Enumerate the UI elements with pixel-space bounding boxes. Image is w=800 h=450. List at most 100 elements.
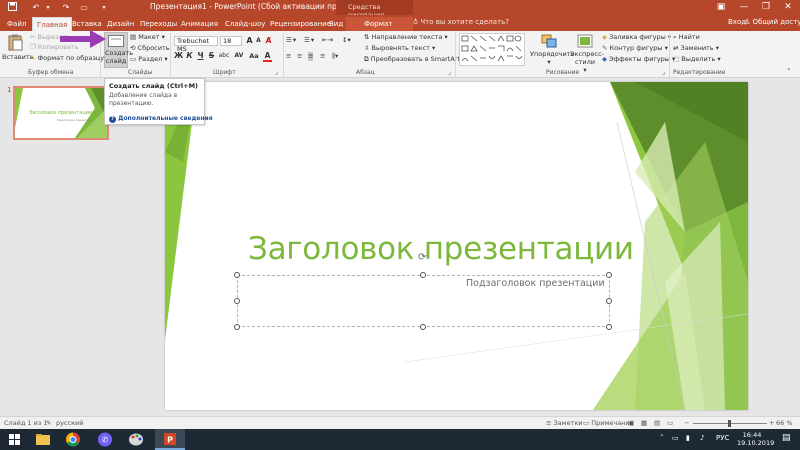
paragraph-dialog-launcher[interactable]: ⌟ (448, 68, 451, 77)
tab-home[interactable]: Главная (32, 17, 73, 31)
presentation-icon[interactable]: ▭ (78, 2, 90, 13)
smartart-button[interactable]: ⧉ Преобразовать в SmartArt ▾ (364, 55, 465, 64)
tell-me-box[interactable]: ♁ Что вы хотите сделать? (413, 18, 509, 26)
char-spacing-button[interactable]: AV (233, 52, 245, 59)
reading-view-icon[interactable]: ▤ (654, 419, 660, 427)
resize-handle[interactable] (606, 272, 612, 278)
close-button[interactable]: ✕ (777, 0, 799, 15)
align-center-icon[interactable]: ≡ (297, 52, 302, 61)
tab-view[interactable]: Вид (325, 17, 347, 31)
shape-outline-button[interactable]: ✎ Контур фигуры ▾ (602, 44, 668, 53)
tab-file[interactable]: Файл (3, 17, 30, 31)
comments-button[interactable]: ▭ Примечания (583, 419, 634, 427)
slide-subtitle[interactable]: Подзаголовок презентации (466, 278, 605, 289)
paint-app[interactable] (121, 429, 151, 450)
drawing-dialog-launcher[interactable]: ⌟ (662, 68, 665, 77)
notifications-icon[interactable]: ▤ (782, 433, 791, 443)
layout-button[interactable]: ▤ Макет ▾ (130, 33, 165, 42)
resize-handle[interactable] (234, 298, 240, 304)
reset-button[interactable]: ⟲ Сбросить (130, 44, 170, 53)
new-slide-button[interactable]: Создать слайд (104, 32, 133, 68)
ribbon-display-options-icon[interactable]: ▣ (710, 0, 732, 15)
align-right-icon[interactable]: ≡ (308, 52, 314, 61)
line-spacing-icon[interactable]: ↕▾ (342, 36, 351, 45)
change-case-button[interactable]: Aa (248, 52, 260, 60)
language-indicator[interactable]: русский (56, 419, 84, 427)
start-button[interactable] (0, 429, 30, 450)
minimize-button[interactable]: — (733, 0, 755, 15)
restore-button[interactable]: ❐ (755, 0, 777, 15)
italic-button[interactable]: К (185, 51, 194, 60)
text-direction-button[interactable]: ⇅ Направление текста ▾ (364, 33, 448, 42)
keyboard-language[interactable]: РУС (716, 434, 729, 442)
find-button[interactable]: ⌕ Найти (673, 33, 700, 42)
shapes-gallery[interactable] (459, 33, 525, 66)
shrink-font-button[interactable]: A (254, 37, 263, 44)
zoom-in-icon[interactable]: + (769, 419, 774, 427)
slideshow-view-icon[interactable]: ▭ (667, 419, 673, 427)
clear-format-icon[interactable]: A̸ (264, 36, 273, 45)
resize-handle[interactable] (606, 324, 612, 330)
slide-thumbnail[interactable]: Заголовок презентации Подзаголовок презе… (13, 86, 109, 140)
tooltip-more-link[interactable]: ? Дополнительные сведения (109, 115, 213, 123)
columns-icon[interactable]: ⫼▾ (332, 52, 338, 61)
paste-button[interactable]: Вставить (2, 34, 33, 61)
bullets-icon[interactable]: ☰▾ (286, 36, 297, 45)
battery-icon[interactable]: ▮ (686, 434, 690, 442)
select-button[interactable]: ⬚ Выделить ▾ (673, 55, 721, 64)
redo-icon[interactable]: ↷ (60, 2, 72, 13)
format-painter-button[interactable]: ✎ Формат по образцу (30, 54, 104, 63)
section-button[interactable]: ▭ Раздел ▾ (130, 55, 168, 64)
arrange-button[interactable]: Упорядочить ▾ (530, 34, 574, 66)
font-color-button[interactable]: A (263, 51, 272, 62)
align-text-button[interactable]: ⇳ Выровнять текст ▾ (364, 44, 435, 53)
share-button[interactable]: ♙ Общий доступ (744, 18, 800, 26)
viber-app[interactable]: ✆ (90, 429, 120, 450)
normal-view-icon[interactable]: ▣ (628, 419, 634, 427)
bold-button[interactable]: Ж (174, 51, 183, 60)
rotate-handle-icon[interactable]: ⟳ (418, 253, 428, 263)
tab-transitions[interactable]: Переходы (136, 17, 181, 31)
font-size-field[interactable]: 18 (220, 36, 242, 46)
undo-icon[interactable]: ↶ (30, 2, 42, 13)
shape-fill-button[interactable]: ◈ Заливка фигуры ▾ (602, 33, 671, 42)
tab-slideshow[interactable]: Слайд-шоу (221, 17, 269, 31)
volume-icon[interactable]: ♪ (700, 434, 704, 442)
numbering-icon[interactable]: ☰▾ (304, 36, 315, 45)
slide-sorter-icon[interactable]: ▦ (641, 419, 647, 427)
shape-effects-button[interactable]: ◆ Эффекты фигуры ▾ (602, 55, 675, 64)
resize-handle[interactable] (420, 324, 426, 330)
align-left-icon[interactable]: ≡ (286, 52, 291, 61)
resize-handle[interactable] (420, 272, 426, 278)
tray-chevron-icon[interactable]: ˄ (660, 434, 664, 442)
chrome-app[interactable] (58, 429, 88, 450)
indent-icon[interactable]: ⇤⇥ (322, 36, 333, 45)
slide-title[interactable]: Заголовок презентации (248, 231, 634, 267)
tab-insert[interactable]: Вставка (68, 17, 106, 31)
file-explorer-app[interactable] (28, 429, 58, 450)
tab-design[interactable]: Дизайн (103, 17, 138, 31)
tab-animations[interactable]: Анимация (177, 17, 222, 31)
undo-dropdown-icon[interactable]: ▾ (42, 2, 54, 13)
strikethrough-button[interactable]: S (207, 51, 216, 60)
powerpoint-app[interactable]: P (155, 429, 185, 450)
zoom-level[interactable]: 66 % (776, 419, 793, 427)
spellcheck-icon[interactable]: ✎ (46, 419, 51, 427)
underline-button[interactable]: Ч (196, 51, 205, 60)
grow-font-button[interactable]: A (245, 36, 254, 45)
zoom-slider-thumb[interactable] (728, 420, 731, 427)
replace-button[interactable]: ⇄ Заменить ▾ (673, 44, 719, 53)
quick-styles-button[interactable]: Экспресс-стили ▾ (570, 34, 604, 74)
shadow-button[interactable]: abc (217, 52, 231, 59)
resize-handle[interactable] (234, 272, 240, 278)
save-icon[interactable] (6, 2, 18, 13)
collapse-ribbon-icon[interactable]: ˄ (787, 68, 791, 77)
tab-format[interactable]: Формат (346, 17, 413, 31)
font-name-field[interactable]: Trebuchet MS (174, 36, 218, 53)
network-icon[interactable]: ▭ (672, 434, 679, 442)
zoom-out-icon[interactable]: − (684, 419, 689, 427)
resize-handle[interactable] (234, 324, 240, 330)
notes-button[interactable]: ≡ Заметки (546, 419, 583, 427)
customize-toolbar-icon[interactable]: ▾ (98, 2, 110, 13)
font-dialog-launcher[interactable]: ⌟ (275, 68, 278, 77)
